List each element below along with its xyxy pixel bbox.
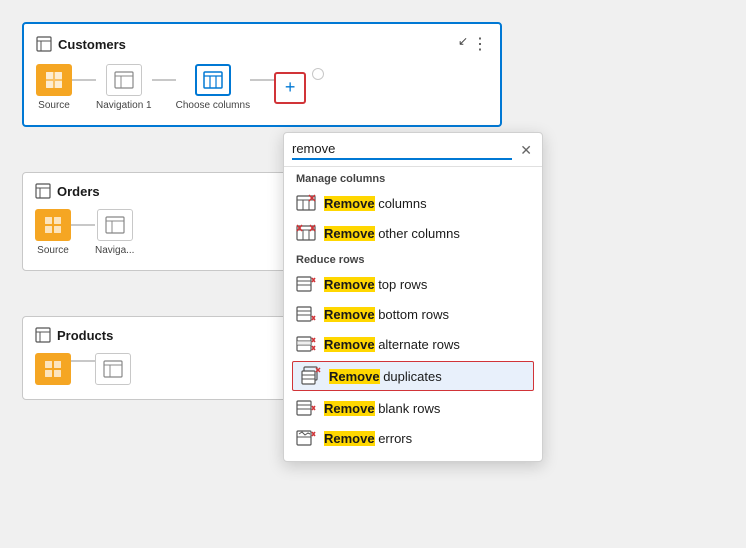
choose-svg <box>203 71 223 89</box>
remove-errors-item[interactable]: Remove errors <box>284 423 542 453</box>
products-card: Products <box>22 316 292 400</box>
remove-bottom-rows-icon <box>296 304 316 324</box>
orders-steps: Source Naviga... <box>35 209 309 256</box>
nav-label: Navigation 1 <box>96 100 152 111</box>
search-dropdown: ✕ Manage columns Remove columns <box>283 132 543 462</box>
products-nav-box <box>95 353 131 385</box>
customers-card: Customers ↙ ⋮ Source <box>22 22 502 127</box>
remove-alternate-rows-item[interactable]: Remove alternate rows <box>284 329 542 359</box>
step-choose-columns[interactable]: Choose columns <box>176 64 250 111</box>
orders-source-svg <box>43 215 63 235</box>
more-icon[interactable]: ⋮ <box>472 34 488 54</box>
choose-label: Choose columns <box>176 100 250 111</box>
end-connector <box>312 68 324 80</box>
orders-step-source[interactable]: Source <box>35 209 71 256</box>
add-step-button[interactable]: + <box>274 72 306 104</box>
remove-bottom-rows-item[interactable]: Remove bottom rows <box>284 299 542 329</box>
remove-blank-rows-item[interactable]: Remove blank rows <box>284 393 542 423</box>
customers-card-icons: ↙ ⋮ <box>458 34 488 54</box>
orders-nav-svg <box>105 216 125 234</box>
table-icon <box>36 36 52 52</box>
nav-icon-box <box>106 64 142 96</box>
orders-header: Orders <box>35 183 309 199</box>
canvas: Customers ↙ ⋮ Source <box>0 0 746 548</box>
remove-top-rows-label: Remove top rows <box>324 277 427 292</box>
remove-columns-label: Remove columns <box>324 196 427 211</box>
remove-columns-item[interactable]: Remove columns <box>284 188 542 218</box>
source-svg <box>44 70 64 90</box>
nav-svg <box>114 71 134 89</box>
remove-bottom-rows-label: Remove bottom rows <box>324 307 449 322</box>
remove-top-rows-item[interactable]: Remove top rows <box>284 269 542 299</box>
remove-blank-rows-label: Remove blank rows <box>324 401 440 416</box>
orders-title: Orders <box>35 183 100 199</box>
customers-header: Customers ↙ ⋮ <box>36 34 488 54</box>
reduce-rows-header: Reduce rows <box>284 248 542 269</box>
connector-3 <box>250 79 274 81</box>
products-nav-svg <box>103 360 123 378</box>
orders-source-label: Source <box>37 245 69 256</box>
remove-duplicates-icon <box>301 366 321 386</box>
remove-duplicates-item[interactable]: Remove duplicates <box>292 361 534 391</box>
orders-source-box <box>35 209 71 241</box>
add-step-item: + <box>274 72 306 104</box>
search-row: ✕ <box>284 133 542 167</box>
products-header: Products <box>35 327 279 343</box>
remove-other-columns-icon <box>296 223 316 243</box>
customers-title: Customers <box>36 36 126 52</box>
connector-1 <box>72 79 96 81</box>
orders-nav-box <box>97 209 133 241</box>
collapse-icon[interactable]: ↙ <box>458 34 468 54</box>
remove-alternate-rows-icon <box>296 334 316 354</box>
remove-errors-icon <box>296 428 316 448</box>
remove-alternate-rows-label: Remove alternate rows <box>324 337 460 352</box>
orders-card: Orders Source <box>22 172 322 271</box>
step-navigation[interactable]: Navigation 1 <box>96 64 152 111</box>
choose-icon-box <box>195 64 231 96</box>
products-title: Products <box>35 327 113 343</box>
orders-table-icon <box>35 183 51 199</box>
search-input[interactable] <box>292 141 512 156</box>
source-label: Source <box>38 100 70 111</box>
remove-top-rows-icon <box>296 274 316 294</box>
manage-columns-header: Manage columns <box>284 167 542 188</box>
clear-search-button[interactable]: ✕ <box>518 142 534 159</box>
orders-connector <box>71 224 95 226</box>
products-step-source[interactable] <box>35 353 71 385</box>
products-table-icon <box>35 327 51 343</box>
remove-duplicates-label: Remove duplicates <box>329 369 442 384</box>
remove-other-columns-label: Remove other columns <box>324 226 460 241</box>
products-step-nav[interactable] <box>95 353 131 385</box>
products-steps <box>35 353 279 385</box>
customers-steps: Source Navigation 1 <box>36 64 488 111</box>
products-source-svg <box>43 359 63 379</box>
orders-nav-label: Naviga... <box>95 245 134 256</box>
remove-columns-icon <box>296 193 316 213</box>
remove-other-columns-item[interactable]: Remove other columns <box>284 218 542 248</box>
search-border <box>292 141 512 160</box>
step-source[interactable]: Source <box>36 64 72 111</box>
products-source-box <box>35 353 71 385</box>
orders-step-nav[interactable]: Naviga... <box>95 209 134 256</box>
products-connector <box>71 360 95 362</box>
remove-errors-label: Remove errors <box>324 431 412 446</box>
remove-blank-rows-icon <box>296 398 316 418</box>
connector-2 <box>152 79 176 81</box>
source-icon-box <box>36 64 72 96</box>
